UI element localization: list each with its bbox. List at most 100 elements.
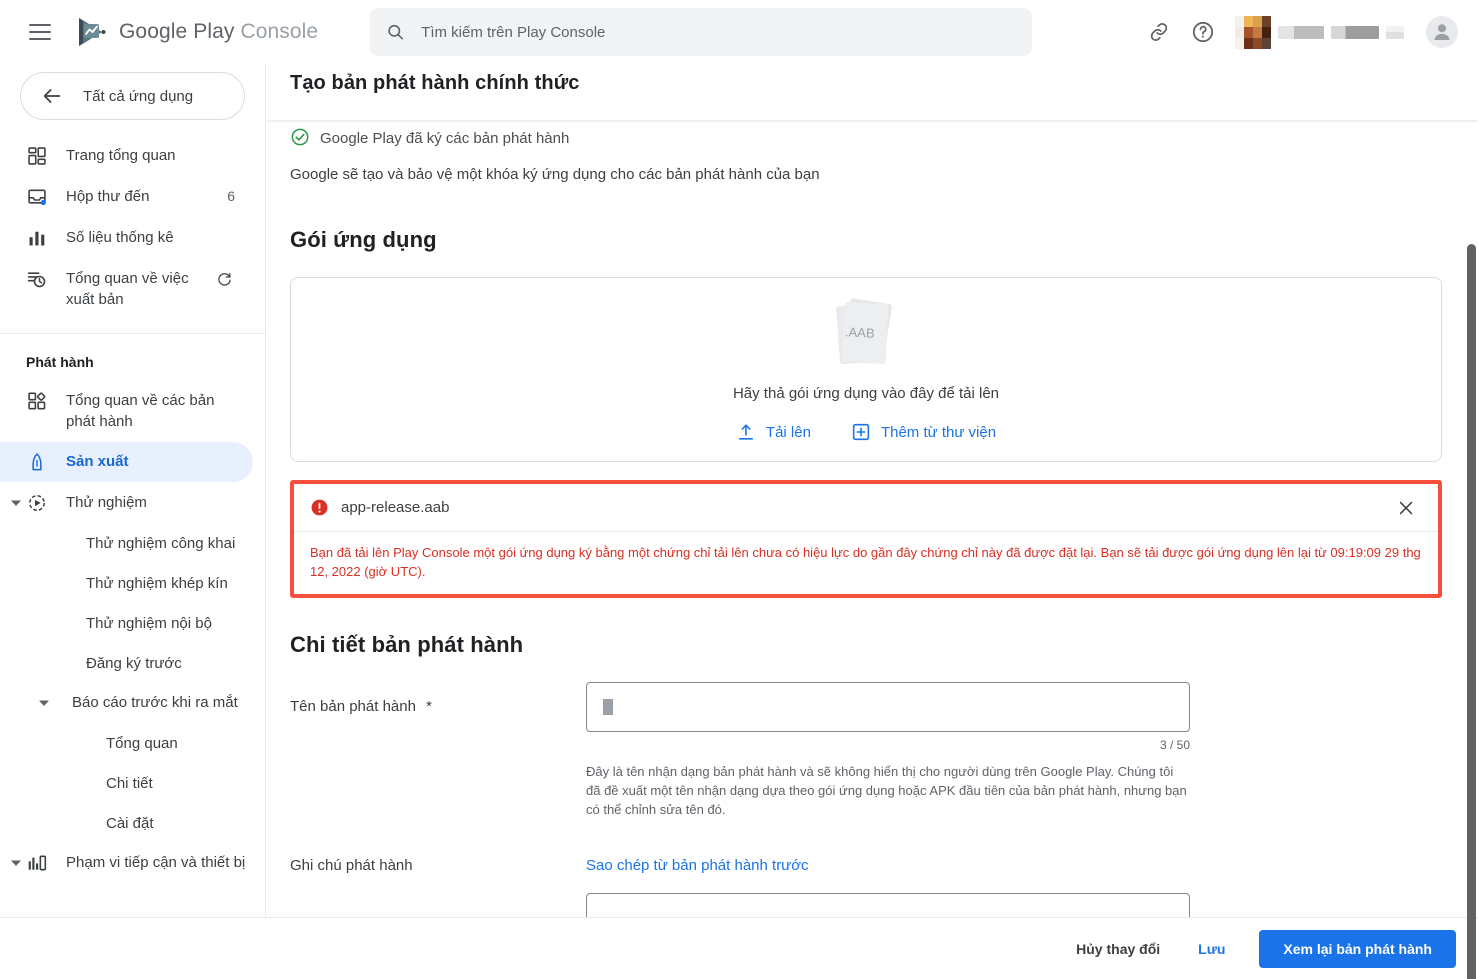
all-apps-button[interactable]: Tất cả ứng dụng [20, 72, 245, 120]
discard-changes-button[interactable]: Hủy thay đổi [1060, 931, 1176, 967]
upload-icon [738, 424, 753, 440]
aab-file-illustration: .AAB [830, 297, 902, 375]
sidebar-item-label: Tổng quan [106, 734, 178, 752]
redacted-thumbnail [1235, 15, 1271, 49]
error-file-row: app-release.aab [294, 484, 1438, 532]
add-from-library-icon [852, 423, 870, 441]
upload-label: Tải lên [765, 423, 811, 441]
sidebar-group-reach-devices[interactable]: Phạm vi tiếp cận và thiết bị [0, 843, 265, 883]
sidebar-item-production[interactable]: Sản xuất [0, 442, 253, 482]
sidebar-group-testing[interactable]: Thử nghiệm [0, 483, 265, 523]
sidebar-item-label: Thử nghiệm nội bộ [86, 614, 212, 632]
brand-secondary: Console [240, 20, 319, 43]
sidebar-item-dashboard[interactable]: Trang tổng quan [0, 136, 253, 176]
sidebar-item-label: Chi tiết [106, 774, 153, 792]
error-message: Bạn đã tải lên Play Console một gói ứng … [310, 545, 1421, 579]
search-icon [388, 24, 404, 40]
add-from-library-button[interactable]: Thêm từ thư viện [851, 422, 996, 442]
upload-button[interactable]: Tải lên [736, 422, 811, 442]
dashboard-icon [26, 145, 48, 167]
required-asterisk: * [426, 698, 432, 715]
redacted-release-name-value [603, 699, 613, 715]
person-icon [1434, 24, 1450, 41]
sidebar-item-label: Tổng quan về việc xuất bản [66, 270, 189, 308]
publishing-overview-icon [26, 268, 48, 290]
body: Tất cả ứng dụng Trang tổng quan Hộp thư … [0, 64, 1478, 979]
sidebar-group-prelaunch-report[interactable]: Báo cáo trước khi ra mắt [0, 683, 265, 723]
sidebar-item-prelaunch-settings[interactable]: Cài đặt [0, 803, 265, 843]
statistics-icon [26, 227, 48, 249]
reach-devices-icon [26, 852, 48, 874]
page-header: Tạo bản phát hành chính thức [266, 64, 1478, 120]
sidebar-item-label: Trang tổng quan [66, 147, 176, 164]
inbox-badge-count: 6 [227, 188, 235, 204]
top-bar-actions [1139, 12, 1478, 52]
menu-icon[interactable] [16, 8, 64, 56]
release-name-label-text: Tên bản phát hành [290, 698, 416, 715]
release-name-input[interactable] [586, 682, 1190, 732]
error-icon [311, 499, 328, 516]
all-apps-label: Tất cả ứng dụng [83, 87, 194, 105]
sidebar-item-internal-testing[interactable]: Thử nghiệm nội bộ [0, 603, 265, 643]
aab-file-label: .AAB [844, 324, 875, 341]
add-from-library-label: Thêm từ thư viện [880, 423, 997, 441]
refresh-icon [213, 268, 235, 290]
save-button[interactable]: Lưu [1182, 931, 1241, 967]
sidebar-item-statistics[interactable]: Số liệu thống kê [0, 218, 253, 258]
sidebar-item-label: Hộp thư đến [66, 188, 150, 205]
main-content: Tạo bản phát hành chính thức Google Play… [266, 64, 1478, 979]
sidebar-item-label: Thử nghiệm công khai [86, 534, 236, 552]
search-box[interactable] [370, 8, 1033, 56]
sidebar-item-inbox[interactable]: Hộp thư đến 6 [0, 177, 253, 217]
redacted-label-3 [1386, 25, 1404, 39]
release-details-heading: Chi tiết bản phát hành [290, 632, 524, 657]
vertical-scrollbar[interactable] [1467, 244, 1476, 979]
sidebar-item-label: Đăng ký trước [86, 654, 182, 672]
close-icon[interactable] [1388, 490, 1424, 526]
search-container [370, 8, 1033, 56]
redacted-label-1 [1278, 25, 1324, 39]
dropzone-text: Hãy thả gói ứng dụng vào đây để tải lên [732, 385, 1000, 402]
link-icon[interactable] [1139, 12, 1179, 52]
brand[interactable]: Google Play Console [76, 17, 318, 47]
brand-primary: Google Play [119, 20, 235, 43]
sidebar-item-prelaunch-overview[interactable]: Tổng quan [0, 723, 265, 763]
signing-status-text: Google Play đã ký các bản phát hành [320, 129, 570, 147]
inbox-icon [26, 186, 48, 208]
avatar[interactable] [1426, 16, 1458, 48]
chevron-down-icon [6, 492, 26, 513]
review-release-button[interactable]: Xem lại bản phát hành [1259, 929, 1456, 968]
arrow-back-icon [43, 89, 61, 103]
error-file-name: app-release.aab [341, 499, 450, 516]
sidebar-group-label: Thử nghiệm [66, 494, 147, 511]
signing-note: Google sẽ tạo và bảo vệ một khóa ký ứng … [290, 166, 820, 183]
help-icon[interactable] [1183, 12, 1223, 52]
release-notes-label: Ghi chú phát hành [290, 857, 413, 874]
sidebar-item-closed-testing[interactable]: Thử nghiệm khép kín [0, 563, 265, 603]
sidebar-item-open-testing[interactable]: Thử nghiệm công khai [0, 523, 265, 563]
sidebar-item-label: Thử nghiệm khép kín [86, 574, 228, 592]
top-bar: Google Play Console [0, 0, 1478, 64]
sidebar-item-label: Tổng quan về các bản phát hành [66, 392, 215, 430]
action-bar: Hủy thay đổi Lưu Xem lại bản phát hành [0, 917, 1478, 979]
signing-status-row: Google Play đã ký các bản phát hành [290, 124, 1442, 146]
sidebar-item-publishing-overview[interactable]: Tổng quan về việc xuất bản [0, 259, 253, 319]
play-console-app: Google Play Console Tìm kiếm trên Play C… [0, 0, 1478, 979]
sidebar-item-pre-registration[interactable]: Đăng ký trước [0, 643, 265, 683]
copy-from-previous-release-link[interactable]: Sao chép từ bản phát hành trước [586, 857, 809, 874]
upload-error-panel: app-release.aab Bạn đã tải lên Play Cons… [290, 480, 1442, 598]
app-bundle-dropzone[interactable]: .AAB Hãy thả gói ứng dụng vào đây để tải… [290, 277, 1442, 462]
brand-text: Google Play Console [119, 20, 318, 44]
sidebar-item-label: Sản xuất [66, 453, 129, 470]
sidebar: Tất cả ứng dụng Trang tổng quan Hộp thư … [0, 64, 266, 979]
chevron-down-icon [6, 852, 26, 873]
sidebar-group-label: Báo cáo trước khi ra mắt [72, 694, 238, 711]
release-name-counter: 3 / 50 [1159, 738, 1190, 752]
release-name-field-row: Tên bản phát hành * 3 / 50 Đây là tên nh… [290, 682, 1442, 819]
sidebar-item-releases-overview[interactable]: Tổng quan về các bản phát hành [0, 381, 253, 441]
sidebar-item-prelaunch-details[interactable]: Chi tiết [0, 763, 265, 803]
search-input[interactable] [419, 22, 1017, 42]
sidebar-item-label: Số liệu thống kê [66, 229, 174, 246]
releases-overview-icon [26, 390, 48, 412]
production-icon [26, 451, 48, 473]
